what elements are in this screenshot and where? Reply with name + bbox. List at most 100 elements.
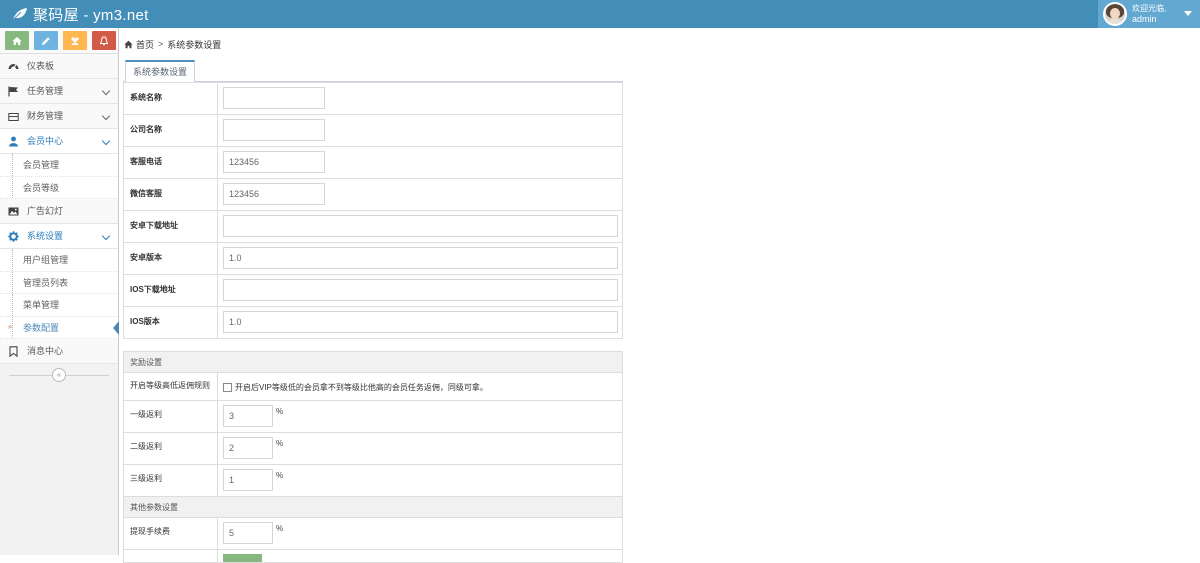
android-download-url-input[interactable] — [223, 215, 618, 237]
field-label: 二级返利 — [124, 433, 218, 465]
sidebar-item-messages[interactable]: 消息中心 — [0, 339, 118, 364]
submenu-label: 会员管理 — [23, 154, 59, 177]
sidebar-item-label: 广告幻灯 — [27, 199, 63, 224]
submenu-item-member-management[interactable]: 会员管理 — [0, 154, 118, 177]
sidebar-item-label: 系统设置 — [27, 224, 63, 249]
shortcut-bar — [0, 28, 118, 54]
save-button[interactable] — [223, 554, 262, 562]
field-label: 开启等级高低返佣规则 — [124, 373, 218, 401]
submenu-item-menu-management[interactable]: 菜单管理 — [0, 294, 118, 317]
home-icon — [124, 40, 133, 49]
submenu-label: 参数配置 — [23, 317, 59, 340]
field-label: 安卓版本 — [124, 243, 218, 275]
avatar — [1103, 2, 1127, 26]
brand-title: 聚码屋 - ym3.net — [33, 4, 149, 25]
system-settings-submenu: 用户组管理 管理员列表 菜单管理 » 参数配置 — [0, 249, 118, 339]
breadcrumb-home-link[interactable]: 首页 — [136, 38, 154, 51]
main-content: 首页 > 系统参数设置 系统参数设置 系统名称 公司名称 客服电话 微信客服 安… — [120, 28, 1200, 555]
service-phone-input[interactable] — [223, 151, 325, 173]
double-angle-right-icon: » — [8, 317, 12, 340]
submenu-label: 会员等级 — [23, 177, 59, 200]
wechat-service-input[interactable] — [223, 183, 325, 205]
top-navbar: 聚码屋 - ym3.net 欢迎光临, admin — [0, 0, 1200, 28]
company-name-input[interactable] — [223, 119, 325, 141]
sidebar-item-label: 消息中心 — [27, 339, 63, 364]
field-label: IOS版本 — [124, 307, 218, 339]
welcome-text: 欢迎光临, — [1132, 4, 1166, 14]
withdraw-fee-input[interactable] — [223, 522, 273, 544]
section-header-other: 其他参数设置 — [124, 497, 623, 518]
brand-link[interactable]: 聚码屋 - ym3.net — [12, 4, 149, 24]
sidebar-item-tasks[interactable]: 任务管理 — [0, 79, 118, 104]
rebate-level2-input[interactable] — [223, 437, 273, 459]
rebate-level1-input[interactable] — [223, 405, 273, 427]
wallet-icon — [8, 111, 19, 122]
settings-form: 系统名称 公司名称 客服电话 微信客服 安卓下载地址 安卓版本 IOS下载地址 — [123, 82, 623, 563]
sidebar: 仪表板 任务管理 财务管理 会员中心 会员管理 会员等级 广告幻灯 系统设置 用… — [0, 28, 119, 555]
sidebar-item-label: 会员中心 — [27, 129, 63, 154]
ios-version-input[interactable] — [223, 311, 618, 333]
user-menu[interactable]: 欢迎光临, admin — [1098, 0, 1200, 28]
field-label: IOS下载地址 — [124, 275, 218, 307]
shortcut-alerts-button[interactable] — [92, 31, 116, 50]
sidebar-item-ads[interactable]: 广告幻灯 — [0, 199, 118, 224]
submenu-item-parameter-config[interactable]: » 参数配置 — [0, 317, 118, 340]
tab-bar: 系统参数设置 — [123, 60, 623, 82]
shortcut-home-button[interactable] — [5, 31, 29, 50]
leaf-icon — [12, 7, 28, 21]
level-rule-description: 开启后VIP等级低的会员拿不到等级比他高的会员任务返佣，同级可拿。 — [235, 382, 488, 393]
sidebar-item-finance[interactable]: 财务管理 — [0, 104, 118, 129]
chevron-down-icon — [102, 87, 110, 95]
sidebar-item-label: 任务管理 — [27, 79, 63, 104]
pencil-icon — [41, 36, 51, 46]
field-label: 提现手续费 — [124, 518, 218, 550]
system-name-input[interactable] — [223, 87, 325, 109]
user-info: 欢迎光临, admin — [1132, 4, 1166, 24]
cog-icon — [8, 231, 19, 242]
field-label: 公司名称 — [124, 115, 218, 147]
chevron-down-icon — [102, 232, 110, 240]
submenu-item-member-levels[interactable]: 会员等级 — [0, 177, 118, 200]
submenu-item-admin-list[interactable]: 管理员列表 — [0, 272, 118, 295]
username: admin — [1132, 14, 1166, 24]
sidebar-item-label: 财务管理 — [27, 104, 63, 129]
breadcrumb: 首页 > 系统参数设置 — [120, 28, 1200, 60]
members-submenu: 会员管理 会员等级 — [0, 154, 118, 199]
sidebar-item-dashboard[interactable]: 仪表板 — [0, 54, 118, 79]
flag-icon — [8, 86, 19, 97]
percent-unit: % — [276, 471, 283, 480]
percent-unit: % — [276, 524, 283, 533]
submenu-item-user-groups[interactable]: 用户组管理 — [0, 249, 118, 272]
sidebar-item-label: 仪表板 — [27, 54, 54, 79]
rebate-level3-input[interactable] — [223, 469, 273, 491]
level-rule-checkbox[interactable] — [223, 383, 232, 392]
field-label: 安卓下载地址 — [124, 211, 218, 243]
user-icon — [8, 136, 19, 147]
home-icon — [12, 36, 22, 46]
sidebar-collapse-bar: « — [0, 364, 118, 386]
field-label: 微信客服 — [124, 179, 218, 211]
ios-download-url-input[interactable] — [223, 279, 618, 301]
users-icon — [70, 36, 80, 46]
percent-unit: % — [276, 439, 283, 448]
breadcrumb-current: 系统参数设置 — [167, 38, 221, 51]
field-label: 三级返利 — [124, 465, 218, 497]
tab-system-parameters[interactable]: 系统参数设置 — [125, 60, 195, 82]
percent-unit: % — [276, 407, 283, 416]
submenu-label: 用户组管理 — [23, 249, 68, 272]
field-label: 客服电话 — [124, 147, 218, 179]
shortcut-users-button[interactable] — [63, 31, 87, 50]
sidebar-item-members[interactable]: 会员中心 — [0, 129, 118, 154]
section-header-rewards: 奖励设置 — [124, 352, 623, 373]
android-version-input[interactable] — [223, 247, 618, 269]
breadcrumb-separator: > — [158, 39, 163, 49]
collapse-sidebar-button[interactable]: « — [52, 368, 66, 382]
sidebar-item-system-settings[interactable]: 系统设置 — [0, 224, 118, 249]
caret-down-icon — [1184, 11, 1192, 16]
submenu-label: 管理员列表 — [23, 272, 68, 295]
dashboard-icon — [8, 61, 19, 72]
shortcut-edit-button[interactable] — [34, 31, 58, 50]
picture-icon — [8, 206, 19, 217]
chevron-down-icon — [102, 137, 110, 145]
bell-icon — [99, 36, 109, 46]
